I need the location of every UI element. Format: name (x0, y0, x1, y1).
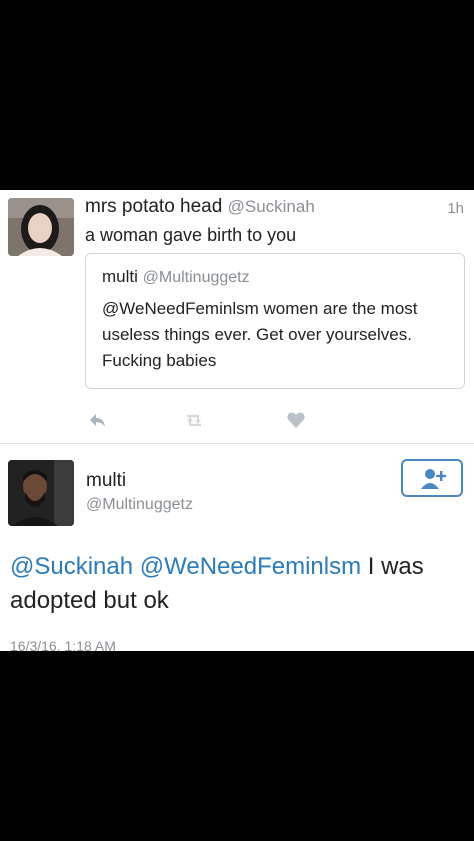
quoted-author-name: multi (102, 267, 138, 286)
tweet-timestamp[interactable]: 16/3/16, 1:18 AM (10, 638, 116, 651)
quoted-author-line: multi @Multinuggetz (102, 267, 250, 287)
tweet-text: a woman gave birth to you (85, 225, 297, 245)
like-icon[interactable] (286, 410, 306, 430)
mention-link[interactable]: @Suckinah (10, 553, 133, 580)
reply-author-handle[interactable]: @Multinuggetz (86, 496, 193, 514)
reply-author-name[interactable]: multi (86, 470, 126, 492)
retweet-icon[interactable] (183, 410, 203, 430)
follow-button[interactable] (401, 459, 463, 497)
quoted-author-handle: @Multinuggetz (142, 269, 250, 286)
mention-link[interactable]: @WeNeedFeminlsm (140, 553, 361, 580)
add-user-icon (420, 467, 448, 496)
divider (0, 443, 474, 444)
quoted-tweet[interactable]: multi @Multinuggetz @WeNeedFeminlsm wome… (85, 253, 465, 389)
tweet-actions (0, 410, 474, 432)
avatar[interactable] (8, 460, 74, 526)
reply-tweet-text: @Suckinah @WeNeedFeminlsm I was adopted … (10, 550, 465, 618)
tweet-time[interactable]: 1h (447, 200, 464, 217)
avatar[interactable] (8, 198, 74, 256)
author-name[interactable]: mrs potato head (85, 196, 222, 217)
author-name-line: mrs potato head @Suckinah (85, 196, 315, 218)
reply-icon[interactable] (88, 410, 108, 430)
quoted-tweet-text: @WeNeedFeminlsm women are the most usele… (102, 299, 418, 370)
author-handle[interactable]: @Suckinah (228, 197, 315, 216)
tweet-screenshot: mrs potato head @Suckinah 1h a woman gav… (0, 190, 474, 651)
